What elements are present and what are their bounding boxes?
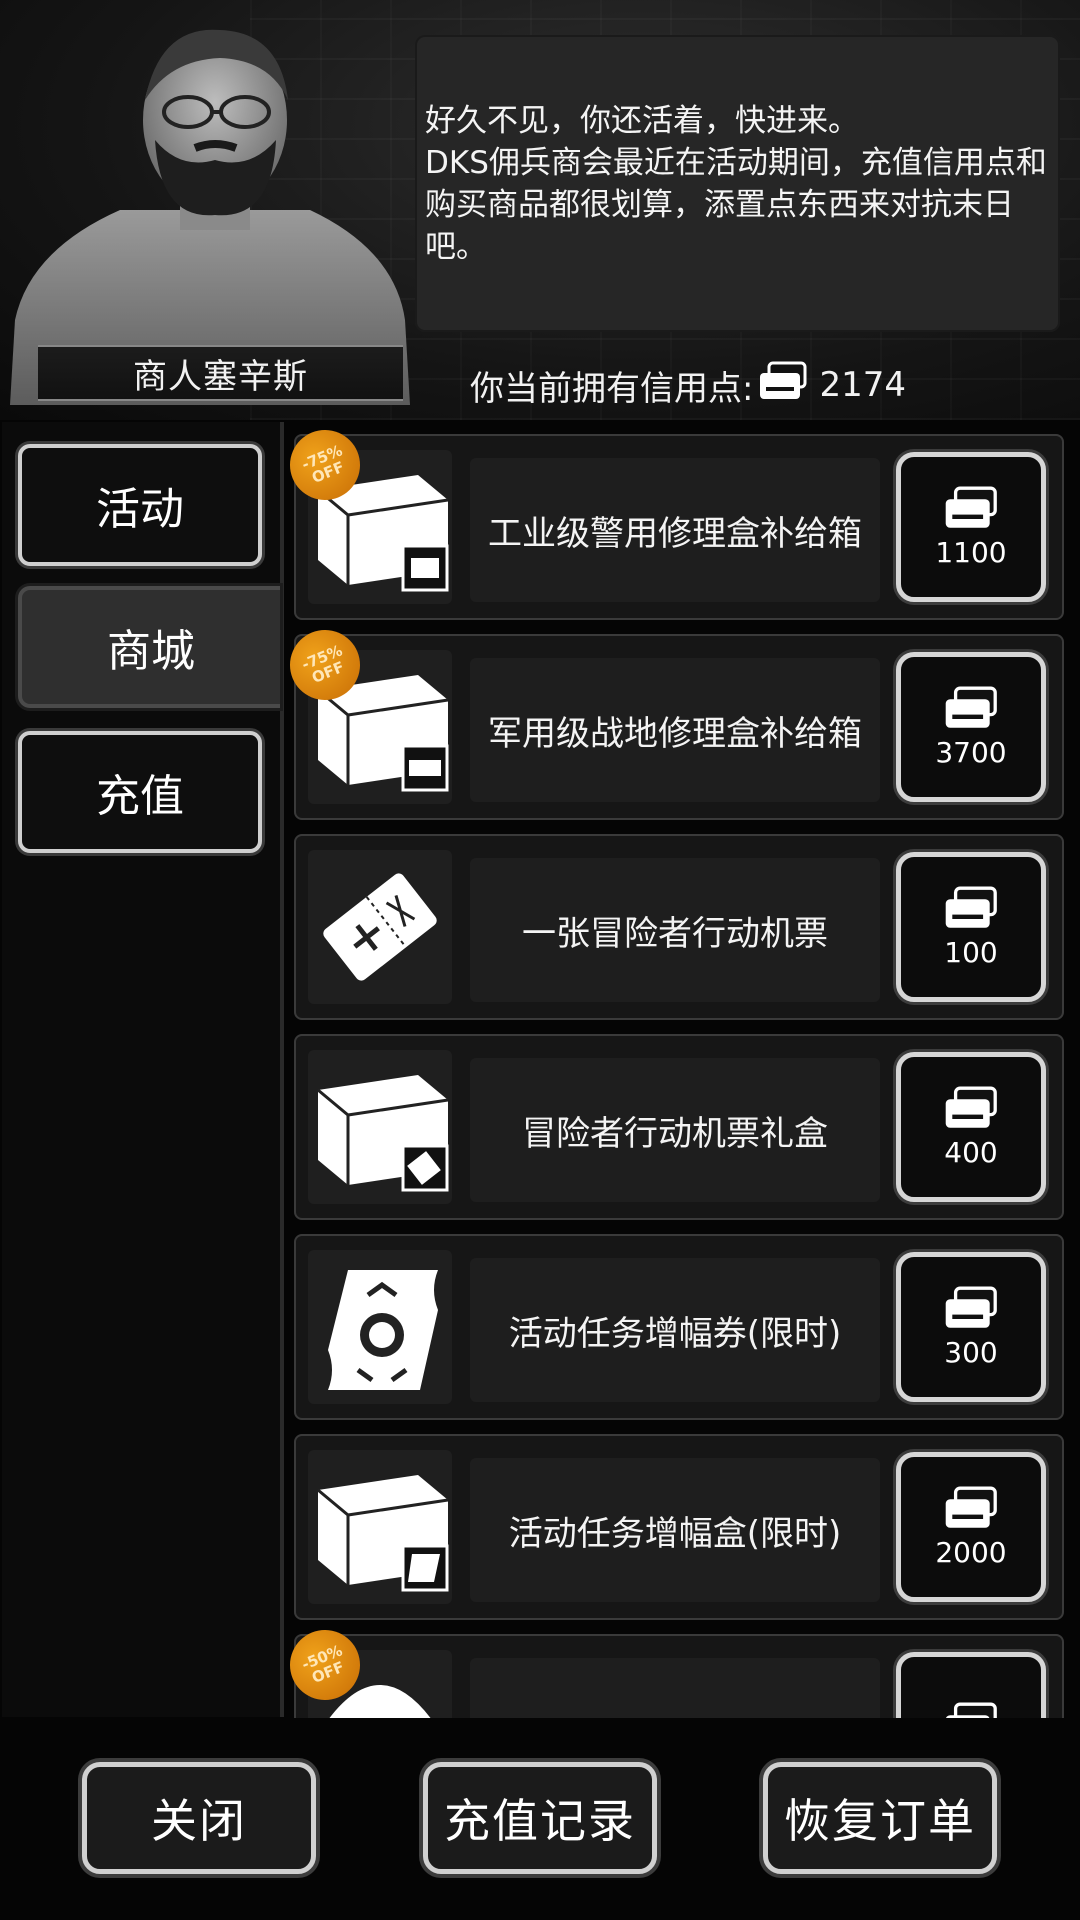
item-icon-frame — [308, 1250, 452, 1404]
buy-button[interactable]: 100 — [896, 852, 1046, 1002]
shop-item: -50% OFF — [290, 1619, 1064, 1718]
tab-shop[interactable]: 商城 — [18, 586, 280, 708]
item-name — [470, 1658, 880, 1718]
item-name: 活动任务增幅盒(限时) — [470, 1458, 880, 1602]
supply-crate-icon — [317, 1075, 449, 1192]
ticket-icon — [323, 873, 437, 981]
tab-recharge[interactable]: 充值 — [18, 731, 262, 853]
scroll-icon — [328, 1270, 438, 1390]
credit-card-icon — [945, 1086, 997, 1128]
item-price: 300 — [944, 1335, 998, 1369]
item-icon-frame — [308, 1450, 452, 1604]
buy-button[interactable]: 300 — [896, 1252, 1046, 1402]
credits-display: 你当前拥有信用点: 2174 — [470, 360, 906, 410]
shop-item: 活动任务增幅券(限时) 300 — [294, 1234, 1064, 1420]
credits-value: 2174 — [819, 365, 906, 405]
credit-card-icon — [945, 1486, 997, 1528]
shop-item: -75% OFF 工业级警用修理盒补给箱 1100 — [290, 428, 1064, 620]
buy-button[interactable]: 1100 — [896, 452, 1046, 602]
item-name: 活动任务增幅券(限时) — [470, 1258, 880, 1402]
item-price: 2000 — [935, 1535, 1007, 1569]
item-icon-frame — [308, 850, 452, 1004]
item-name: 军用级战地修理盒补给箱 — [470, 658, 880, 802]
buy-button[interactable]: 3700 — [896, 652, 1046, 802]
close-button[interactable]: 关闭 — [82, 1762, 316, 1874]
credits-label: 你当前拥有信用点: — [470, 368, 754, 409]
tab-events[interactable]: 活动 — [18, 444, 262, 566]
item-price: 100 — [944, 935, 998, 969]
credit-card-icon — [945, 686, 997, 728]
buy-button[interactable] — [896, 1652, 1046, 1718]
restore-orders-button[interactable]: 恢复订单 — [763, 1762, 997, 1874]
supply-crate-icon — [317, 1475, 449, 1592]
shop-item: -75% OFF 军用级战地修理盒补给箱 3700 — [290, 619, 1064, 820]
item-price: 3700 — [935, 735, 1007, 769]
item-name: 工业级警用修理盒补给箱 — [470, 458, 880, 602]
shop-item: 活动任务增幅盒(限时) 2000 — [294, 1434, 1064, 1620]
item-price: 400 — [944, 1135, 998, 1169]
credit-card-icon — [946, 1702, 997, 1718]
shop-item: 冒险者行动机票礼盒 400 — [294, 1034, 1064, 1220]
item-name: 冒险者行动机票礼盒 — [470, 1058, 880, 1202]
credit-card-icon — [945, 1286, 997, 1328]
item-icon-frame — [308, 1050, 452, 1204]
credit-card-icon — [757, 361, 809, 410]
item-name: 一张冒险者行动机票 — [470, 858, 880, 1002]
recharge-history-button[interactable]: 充值记录 — [423, 1762, 657, 1874]
speech-text: 好久不见，你还活着，快进来。 DKS佣兵商会最近在活动期间，充值信用点和购买商品… — [425, 103, 1047, 265]
buy-button[interactable]: 400 — [896, 1052, 1046, 1202]
item-price: 1100 — [935, 535, 1007, 569]
buy-button[interactable]: 2000 — [896, 1452, 1046, 1602]
shop-item-list[interactable]: -75% OFF 工业级警用修理盒补给箱 1100 -75% OFF 军用级战地… — [290, 428, 1068, 1718]
merchant-name: 商人塞辛斯 — [38, 345, 403, 401]
credit-card-icon — [945, 886, 997, 928]
shop-item: 一张冒险者行动机票 100 — [294, 834, 1064, 1020]
credit-card-icon — [945, 486, 997, 528]
